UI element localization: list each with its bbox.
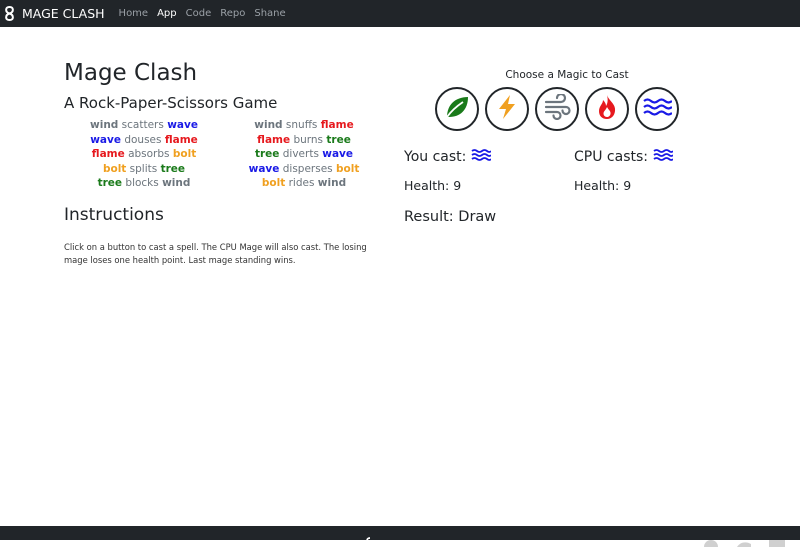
instructions-heading: Instructions [64,205,164,225]
rule-left-3: bolt splits tree [102,162,186,175]
cpu-cast-label: CPU casts: [574,149,648,165]
rule-right-2: tree diverts wave [254,148,354,160]
cast-flame-button[interactable] [585,87,629,131]
you-cast-label: You cast: [404,149,467,165]
bolt-icon [494,93,520,125]
instructions-text: Click on a button to cast a spell. The C… [64,242,367,266]
wave-icon [642,94,673,124]
cast-wave-button[interactable] [635,87,679,131]
rule-left-2: flame absorbs bolt [91,148,197,160]
footer [0,526,800,551]
rule-left-0: wind scatters wave [90,119,198,131]
rule-right-0: wind snuffs flame [254,119,354,131]
flame-icon [594,93,620,125]
nav-link-app[interactable]: App [157,8,177,19]
github-icon[interactable] [704,532,718,551]
wave-icon [471,147,493,167]
cpu-health: Health: 9 [574,178,632,193]
cast-bolt-button[interactable] [485,87,529,131]
twitter-icon[interactable] [736,532,752,551]
rule-right-4: bolt rides wind [261,177,347,189]
rules-grid: wind scatters wave wind snuffs flame wav… [64,118,384,191]
leaf-icon [443,93,471,125]
rule-right-3: wave disperses bolt [248,162,360,175]
email-icon[interactable] [768,532,786,551]
spell-buttons [435,87,679,131]
navbar: MAGE CLASH Home App Code Repo Shane [0,0,800,27]
rule-right-1: flame burns tree [257,133,351,146]
page-title: Mage Clash [64,60,198,86]
wave-icon [653,147,674,167]
page-subtitle: A Rock-Paper-Scissors Game [64,94,278,112]
you-cast: You cast: [404,147,493,167]
nav-link-code[interactable]: Code [186,8,212,19]
nav-link-shane[interactable]: Shane [254,8,285,19]
brand-name[interactable]: MAGE CLASH [22,6,105,21]
wind-icon [543,92,571,124]
mage-logo-icon[interactable] [4,6,16,22]
cast-tree-button[interactable] [435,87,479,131]
you-health: Health: 9 [404,178,462,193]
nav-link-home[interactable]: Home [119,8,149,19]
choose-magic-label: Choose a Magic to Cast [505,69,629,81]
footer-logo-icon[interactable] [364,531,376,550]
rule-left-1: wave douses flame [90,133,198,146]
result-text: Result: Draw [404,209,497,225]
nav-link-repo[interactable]: Repo [220,8,245,19]
cpu-cast: CPU casts: [574,147,674,167]
cast-wind-button[interactable] [535,87,579,131]
rule-left-4: tree blocks wind [97,177,191,189]
